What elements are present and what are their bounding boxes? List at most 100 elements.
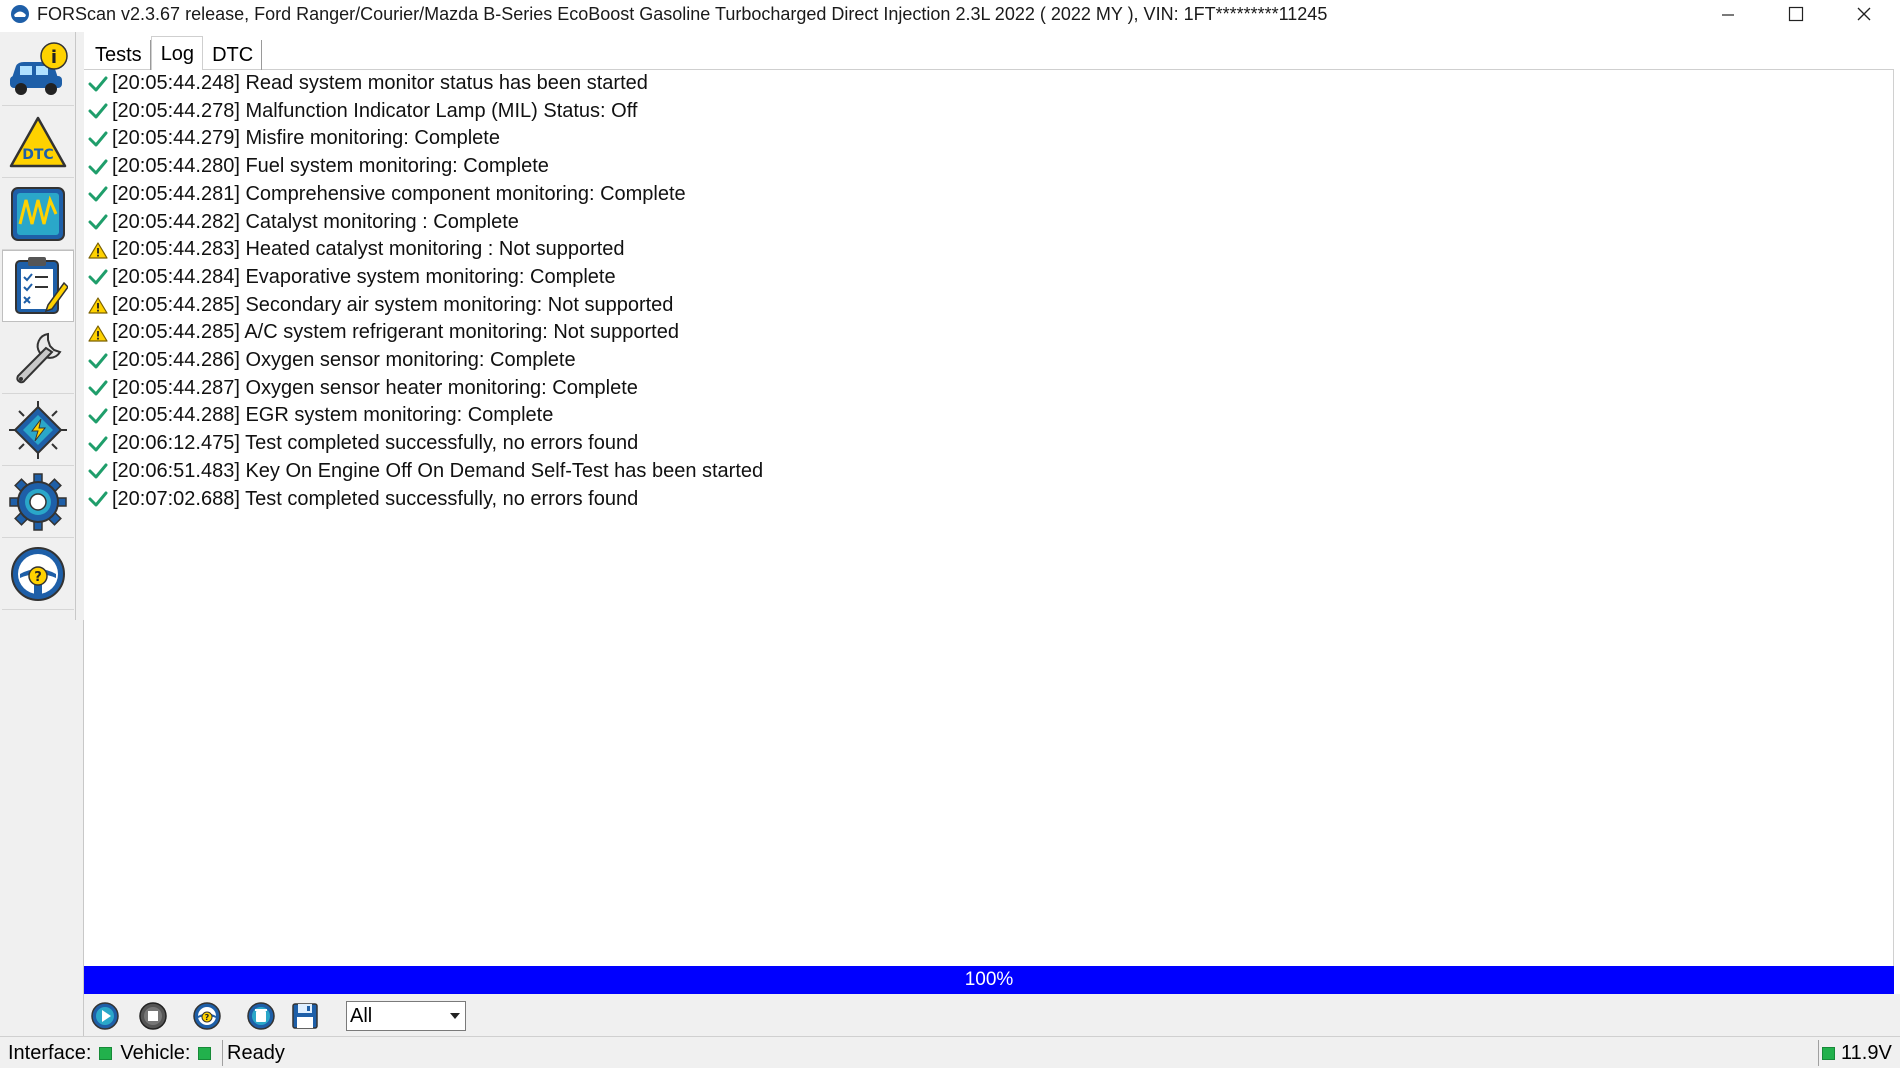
sidebar: i DTC ? (0, 32, 76, 620)
log-entry-text: [20:06:51.483] Key On Engine Off On Dema… (112, 459, 764, 482)
play-icon (91, 1002, 119, 1030)
sidebar-item-configuration[interactable] (2, 394, 74, 466)
close-button[interactable] (1830, 0, 1898, 28)
log-filter-value: All (350, 1005, 373, 1027)
voltage-value: 11.9V (1841, 1041, 1892, 1064)
check-icon (88, 101, 108, 121)
check-icon (88, 461, 108, 481)
log-entry-text: [20:05:44.282] Catalyst monitoring : Com… (112, 210, 519, 233)
warning-icon (88, 240, 108, 260)
log-entry-text: [20:05:44.278] Malfunction Indicator Lam… (112, 99, 638, 122)
checklist-icon (15, 257, 68, 314)
log-entry: [20:05:44.288] EGR system monitoring: Co… (88, 402, 553, 429)
tab-log[interactable]: Log (150, 36, 204, 70)
help-wheel-icon: ? (11, 546, 65, 601)
log-entry-text: [20:05:44.284] Evaporative system monito… (112, 265, 616, 288)
warning-icon (88, 323, 108, 343)
log-entry: [20:05:44.282] Catalyst monitoring : Com… (88, 209, 519, 236)
save-log-button[interactable] (288, 999, 322, 1033)
log-entry-text: [20:05:44.283] Heated catalyst monitorin… (112, 238, 625, 261)
svg-text:?: ? (205, 1013, 210, 1022)
check-icon (88, 74, 108, 94)
save-icon (292, 1003, 318, 1029)
interface-label: Interface: (8, 1041, 92, 1064)
clear-log-button[interactable] (244, 999, 278, 1033)
sidebar-item-tests[interactable] (2, 250, 74, 322)
interface-led-icon (99, 1046, 113, 1060)
log-entry: [20:05:44.285] Secondary air system moni… (88, 292, 673, 319)
maximize-button[interactable] (1762, 0, 1830, 28)
minimize-button[interactable] (1694, 0, 1762, 28)
log-filter-select[interactable]: All (346, 1001, 466, 1031)
window-title: FORScan v2.3.67 release, Ford Ranger/Cou… (37, 3, 1328, 24)
log-entry: [20:05:44.281] Comprehensive component m… (88, 181, 686, 208)
progress-bar: 100% (84, 966, 1894, 994)
vehicle-label: Vehicle: (120, 1041, 191, 1064)
toolbar: ? All (84, 994, 1900, 1036)
log-entry: [20:05:44.279] Misfire monitoring: Compl… (88, 125, 500, 152)
log-entry: [20:06:12.475] Test completed successful… (88, 430, 638, 457)
warning-icon (88, 295, 108, 315)
check-icon (88, 129, 108, 149)
dtc-warning-icon: DTC (9, 116, 67, 167)
status-separator (1818, 1040, 1819, 1066)
check-icon (88, 212, 108, 232)
check-icon (88, 406, 108, 426)
sidebar-item-oscilloscope[interactable] (2, 178, 74, 250)
status-state: Ready (227, 1041, 285, 1064)
check-icon (88, 157, 108, 177)
vehicle-led-icon (198, 1046, 212, 1060)
sidebar-item-settings[interactable] (2, 466, 74, 538)
log-entry: [20:05:44.284] Evaporative system monito… (88, 264, 616, 291)
tab-dtc[interactable]: DTC (203, 40, 263, 70)
log-entry: [20:05:44.280] Fuel system monitoring: C… (88, 153, 549, 180)
check-icon (88, 378, 108, 398)
log-entry-text: [20:05:44.286] Oxygen sensor monitoring:… (112, 349, 576, 371)
sidebar-footer-area (0, 620, 84, 1036)
log-panel[interactable]: [20:05:44.248] Read system monitor statu… (84, 70, 1894, 966)
check-icon (88, 434, 108, 454)
svg-text:i: i (51, 47, 57, 68)
chip-icon (9, 400, 67, 459)
log-entry: [20:07:02.688] Test completed successful… (88, 486, 638, 513)
forscan-app-icon (9, 3, 31, 25)
log-entry: [20:06:51.483] Key On Engine Off On Dema… (88, 458, 763, 485)
log-entry-text: [20:06:12.475] Test completed successful… (112, 432, 639, 455)
log-entry-text: [20:05:44.288] EGR system monitoring: Co… (112, 404, 554, 427)
interface-status: Interface: Vehicle: (8, 1039, 219, 1067)
log-entry-text: [20:05:44.285] Secondary air system moni… (112, 293, 674, 316)
check-icon (88, 267, 108, 287)
check-icon (88, 351, 108, 371)
oscilloscope-icon (11, 186, 65, 241)
title-bar: FORScan v2.3.67 release, Ford Ranger/Cou… (0, 0, 1900, 28)
log-entry-text: [20:05:44.287] Oxygen sensor heater moni… (112, 376, 638, 399)
car-info-icon: i (10, 41, 68, 95)
progress-label: 100% (964, 969, 1014, 990)
wrench-icon (16, 332, 62, 383)
help-icon: ? (193, 1002, 221, 1030)
sidebar-item-service[interactable] (2, 322, 74, 394)
stop-icon (139, 1002, 167, 1030)
log-entry: [20:05:44.286] Oxygen sensor monitoring:… (88, 347, 576, 374)
tab-strip: Tests Log DTC (86, 36, 263, 70)
log-entry-text: [20:05:44.279] Misfire monitoring: Compl… (112, 127, 500, 150)
sidebar-item-vehicle-info[interactable]: i (2, 34, 74, 106)
status-separator (222, 1040, 223, 1066)
log-entry: [20:05:44.248] Read system monitor statu… (88, 70, 648, 97)
help-button[interactable]: ? (190, 999, 224, 1033)
sidebar-item-help[interactable]: ? (2, 538, 74, 610)
clear-icon (247, 1002, 275, 1030)
log-entry-text: [20:05:44.280] Fuel system monitoring: C… (112, 155, 549, 178)
voltage-led-icon (1822, 1046, 1835, 1060)
stop-button[interactable] (136, 999, 170, 1033)
tab-tests[interactable]: Tests (86, 40, 151, 70)
sidebar-gutter (76, 32, 84, 620)
play-button[interactable] (88, 999, 122, 1033)
log-entry-text: [20:05:44.285] A/C system refrigerant mo… (112, 321, 679, 344)
dtc-label: DTC (22, 147, 53, 163)
check-icon (88, 184, 108, 204)
log-entry-text: [20:07:02.688] Test completed successful… (112, 487, 639, 510)
sidebar-item-dtc[interactable]: DTC (2, 106, 74, 178)
log-entry: [20:05:44.285] A/C system refrigerant mo… (88, 319, 679, 346)
chevron-down-icon[interactable] (447, 1005, 463, 1027)
